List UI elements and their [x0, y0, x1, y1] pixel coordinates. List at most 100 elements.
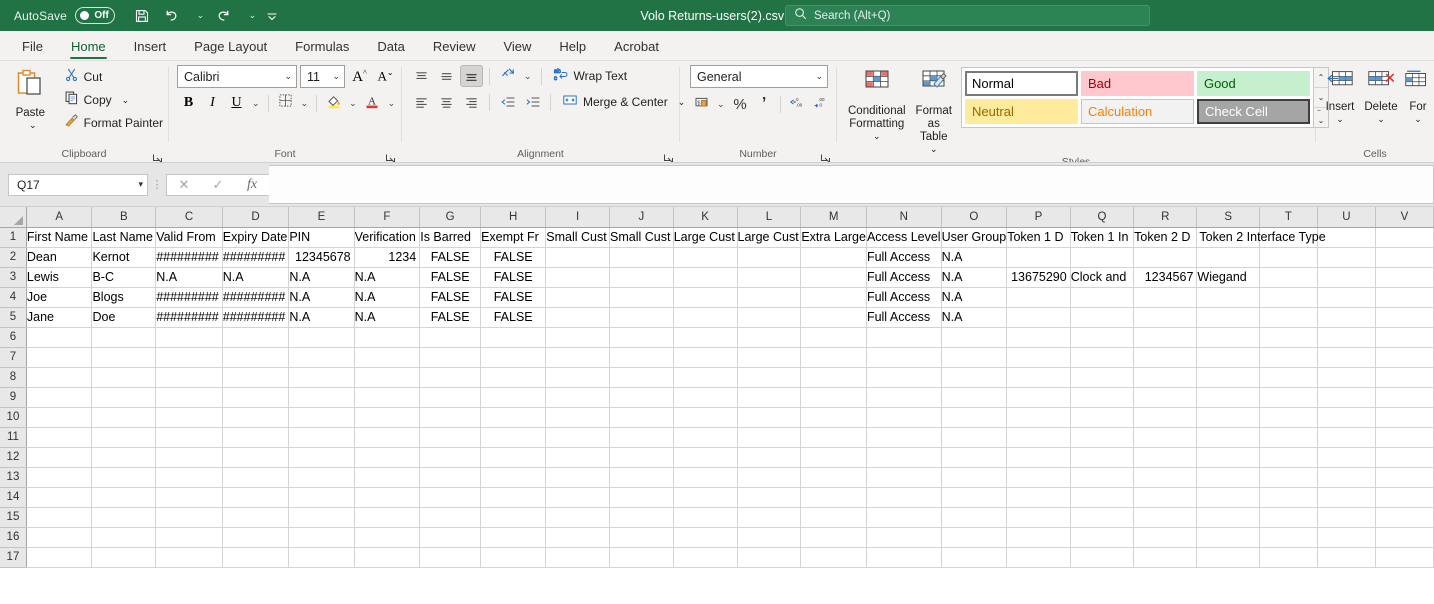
cell-Q15[interactable] [1070, 507, 1133, 527]
chevron-down-icon[interactable]: ⌄ [809, 71, 823, 82]
cell-O1[interactable]: User Group [941, 227, 1007, 247]
align-right-button[interactable] [460, 91, 483, 113]
cell-I6[interactable] [546, 327, 610, 347]
comma-style-button[interactable]: ’ [753, 93, 776, 115]
column-header-g[interactable]: G [420, 207, 481, 227]
cell-V2[interactable] [1375, 247, 1433, 267]
redo-button[interactable] [209, 3, 239, 29]
cell-E17[interactable] [289, 547, 354, 567]
cell-Q10[interactable] [1070, 407, 1133, 427]
cell-M13[interactable] [801, 467, 867, 487]
name-box[interactable]: Q17 ▾ [8, 174, 148, 196]
cell-L9[interactable] [737, 387, 801, 407]
cell-T7[interactable] [1259, 347, 1317, 367]
cell-D5[interactable]: ######### [222, 307, 289, 327]
fill-color-dropdown[interactable]: ⌄ [346, 98, 360, 109]
cell-E8[interactable] [289, 367, 354, 387]
cell-D15[interactable] [222, 507, 289, 527]
cell-O14[interactable] [941, 487, 1007, 507]
cell-J3[interactable] [610, 267, 674, 287]
save-button[interactable] [127, 3, 157, 29]
cell-T4[interactable] [1259, 287, 1317, 307]
cell-C16[interactable] [156, 527, 223, 547]
cell-N17[interactable] [866, 547, 941, 567]
cell-J12[interactable] [610, 447, 674, 467]
cell-E7[interactable] [289, 347, 354, 367]
cell-B10[interactable] [92, 407, 156, 427]
cell-F15[interactable] [354, 507, 420, 527]
cell-R3[interactable]: 1234567 [1134, 267, 1197, 287]
tab-formulas[interactable]: Formulas [284, 36, 360, 60]
row-header-5[interactable]: 5 [0, 307, 26, 327]
cell-R7[interactable] [1134, 347, 1197, 367]
cell-C6[interactable] [156, 327, 223, 347]
cell-T16[interactable] [1259, 527, 1317, 547]
chevron-down-icon[interactable]: ⌄ [29, 120, 37, 131]
cell-U10[interactable] [1317, 407, 1375, 427]
row-header-15[interactable]: 15 [0, 507, 26, 527]
cell-I14[interactable] [546, 487, 610, 507]
cell-K15[interactable] [673, 507, 737, 527]
cell-T2[interactable] [1259, 247, 1317, 267]
cell-P12[interactable] [1007, 447, 1071, 467]
cell-N3[interactable]: Full Access [866, 267, 941, 287]
font-color-dropdown[interactable]: ⌄ [385, 98, 399, 109]
cell-H14[interactable] [481, 487, 546, 507]
tab-data[interactable]: Data [366, 36, 415, 60]
cell-H16[interactable] [481, 527, 546, 547]
cell-F6[interactable] [354, 327, 420, 347]
cell-K7[interactable] [673, 347, 737, 367]
cell-R9[interactable] [1134, 387, 1197, 407]
column-header-r[interactable]: R [1134, 207, 1197, 227]
cell-M14[interactable] [801, 487, 867, 507]
cell-J17[interactable] [610, 547, 674, 567]
decrease-indent-button[interactable] [496, 91, 519, 113]
cell-O11[interactable] [941, 427, 1007, 447]
cell-F1[interactable]: Verification [354, 227, 420, 247]
cell-K3[interactable] [673, 267, 737, 287]
cell-J15[interactable] [610, 507, 674, 527]
cell-A16[interactable] [26, 527, 92, 547]
cell-S15[interactable] [1197, 507, 1260, 527]
cell-D7[interactable] [222, 347, 289, 367]
cell-O9[interactable] [941, 387, 1007, 407]
cell-Q3[interactable]: Clock and [1070, 267, 1133, 287]
cell-O8[interactable] [941, 367, 1007, 387]
cell-K16[interactable] [673, 527, 737, 547]
column-header-i[interactable]: I [546, 207, 610, 227]
cell-F14[interactable] [354, 487, 420, 507]
chevron-down-icon[interactable]: ⌄ [326, 71, 340, 82]
row-header-6[interactable]: 6 [0, 327, 26, 347]
cell-N7[interactable] [866, 347, 941, 367]
cell-style-calculation[interactable]: Calculation [1081, 99, 1194, 124]
column-header-d[interactable]: D [222, 207, 289, 227]
cell-F16[interactable] [354, 527, 420, 547]
cell-A12[interactable] [26, 447, 92, 467]
cell-S10[interactable] [1197, 407, 1260, 427]
chevron-down-icon[interactable]: ⌄ [1336, 114, 1344, 125]
cell-C3[interactable]: N.A [156, 267, 223, 287]
cell-H11[interactable] [481, 427, 546, 447]
tab-help[interactable]: Help [548, 36, 597, 60]
increase-font-size-button[interactable]: A^ [348, 66, 371, 88]
column-header-k[interactable]: K [673, 207, 737, 227]
cell-D10[interactable] [222, 407, 289, 427]
cell-O16[interactable] [941, 527, 1007, 547]
cell-U12[interactable] [1317, 447, 1375, 467]
cell-L10[interactable] [737, 407, 801, 427]
cell-I10[interactable] [546, 407, 610, 427]
cell-C11[interactable] [156, 427, 223, 447]
column-header-v[interactable]: V [1375, 207, 1433, 227]
cell-I12[interactable] [546, 447, 610, 467]
cell-K8[interactable] [673, 367, 737, 387]
row-header-7[interactable]: 7 [0, 347, 26, 367]
cell-E10[interactable] [289, 407, 354, 427]
row-header-9[interactable]: 9 [0, 387, 26, 407]
cell-C13[interactable] [156, 467, 223, 487]
document-title[interactable]: Volo Returns-users(2).csv [640, 9, 784, 23]
cell-B5[interactable]: Doe [92, 307, 156, 327]
cell-R5[interactable] [1134, 307, 1197, 327]
cell-O6[interactable] [941, 327, 1007, 347]
alignment-dialog-launcher[interactable] [663, 151, 674, 162]
cell-I2[interactable] [546, 247, 610, 267]
